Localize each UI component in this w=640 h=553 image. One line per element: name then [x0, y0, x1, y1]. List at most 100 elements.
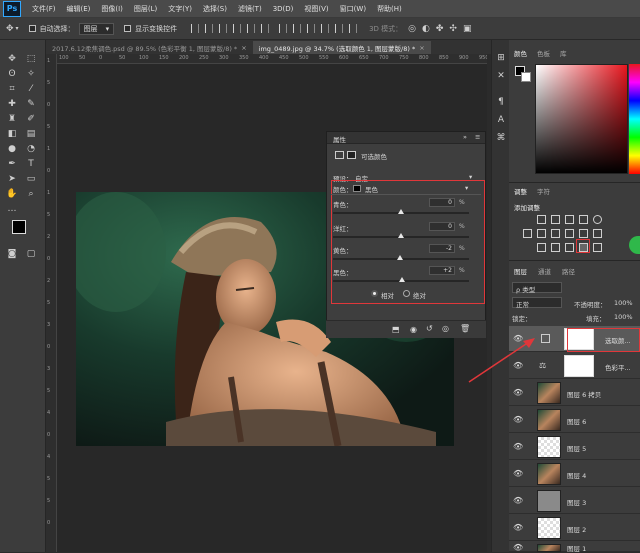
floating-widget-icon[interactable]: [629, 236, 640, 254]
magic-wand-icon[interactable]: ✧: [24, 68, 38, 81]
layer-row[interactable]: 👁 图层 6: [509, 407, 640, 433]
tab-document-2[interactable]: img_0489.jpg @ 34.7% (选取颜色 1, 图层蒙版/8) * ×: [252, 41, 431, 54]
panel-menu-icon[interactable]: ≡: [475, 133, 480, 141]
menu-view[interactable]: 视图(V): [304, 4, 328, 14]
close-icon[interactable]: ×: [241, 44, 246, 52]
layer-row[interactable]: 👁 图层 5: [509, 434, 640, 460]
exposure-icon[interactable]: [579, 215, 588, 224]
chevron-down-icon[interactable]: ▾: [16, 25, 19, 32]
history-panel-icon[interactable]: ⊞: [494, 52, 508, 65]
info-panel-icon[interactable]: ✕: [494, 70, 508, 83]
lasso-tool-icon[interactable]: ʘ: [5, 68, 19, 81]
color-lookup-icon[interactable]: [593, 229, 602, 238]
cyan-slider-thumb[interactable]: [398, 209, 404, 214]
history-brush-icon[interactable]: ✐: [24, 113, 38, 126]
zoom-tool-icon[interactable]: ⌕: [24, 188, 38, 201]
screen-mode-icon[interactable]: ▢: [24, 248, 38, 261]
layer-row[interactable]: 👁 图层 4: [509, 461, 640, 487]
3d-roll-icon[interactable]: ◐: [422, 24, 430, 34]
clip-to-layer-icon[interactable]: ⬒: [392, 325, 400, 334]
color-balance-icon[interactable]: [537, 229, 546, 238]
3d-orbit-icon[interactable]: ◎: [408, 24, 416, 34]
character-panel-icon[interactable]: A: [494, 114, 508, 127]
show-transform-checkbox[interactable]: [124, 25, 132, 32]
reset-icon[interactable]: ↺: [426, 324, 433, 333]
photo-filter-icon[interactable]: [565, 229, 574, 238]
menu-edit[interactable]: 编辑(E): [67, 4, 91, 14]
foreground-color-swatch[interactable]: [12, 220, 26, 234]
black-slider-thumb[interactable]: [399, 277, 406, 282]
type-tool-icon[interactable]: T: [24, 158, 38, 171]
menu-layer[interactable]: 图层(L): [134, 4, 157, 14]
distribute-vcenter-icon[interactable]: [293, 24, 302, 33]
auto-select-dropdown[interactable]: 图层 ▾: [78, 22, 115, 35]
brush-panel-icon[interactable]: ⌘: [494, 132, 508, 145]
curves-icon[interactable]: [565, 215, 574, 224]
tab-swatches[interactable]: 色板: [537, 48, 550, 58]
layer-mask-icon[interactable]: [347, 151, 356, 159]
blur-tool-icon[interactable]: ●: [5, 143, 19, 156]
tab-channels[interactable]: 通道: [538, 266, 551, 276]
dodge-tool-icon[interactable]: ◔: [24, 143, 38, 156]
chevron-down-icon[interactable]: ▾: [465, 184, 468, 192]
background-color-swatch[interactable]: [521, 72, 531, 82]
color-picker-field[interactable]: [535, 64, 628, 174]
menu-3d[interactable]: 3D(D): [273, 5, 294, 13]
menu-image[interactable]: 图像(I): [101, 4, 123, 14]
magenta-value-input[interactable]: 0: [429, 222, 455, 231]
blend-mode-select[interactable]: 正常: [512, 297, 562, 309]
align-top-icon[interactable]: [191, 24, 200, 33]
path-select-icon[interactable]: ➤: [5, 173, 19, 186]
opacity-value[interactable]: 100%: [614, 299, 633, 307]
properties-title-bar[interactable]: 属性 » ≡: [327, 132, 485, 144]
healing-brush-icon[interactable]: ✚: [5, 98, 19, 111]
hand-tool-icon[interactable]: ✋: [5, 188, 19, 201]
posterize-icon[interactable]: [551, 243, 560, 252]
marquee-tool-icon[interactable]: ⬚: [24, 53, 38, 66]
layer-name[interactable]: 图层 6 拷贝: [567, 389, 601, 399]
eye-icon[interactable]: 👁: [513, 496, 523, 505]
shape-tool-icon[interactable]: ▭: [24, 173, 38, 186]
layer-row[interactable]: 👁 图层 2: [509, 515, 640, 541]
eraser-icon[interactable]: ◧: [5, 128, 19, 141]
3d-scale-icon[interactable]: ▣: [463, 24, 472, 34]
channel-mixer-icon[interactable]: [579, 229, 588, 238]
align-hcenter-icon[interactable]: [247, 24, 256, 33]
cyan-value-input[interactable]: 0: [429, 198, 455, 207]
auto-select-checkbox[interactable]: [28, 25, 36, 32]
eye-icon[interactable]: 👁: [513, 543, 523, 552]
distribute-left-icon[interactable]: [321, 24, 330, 33]
gradient-icon[interactable]: ▤: [24, 128, 38, 141]
distribute-right-icon[interactable]: [349, 24, 358, 33]
3d-slide-icon[interactable]: ✣: [449, 24, 457, 34]
fill-value[interactable]: 100%: [614, 313, 633, 321]
levels-icon[interactable]: [551, 215, 560, 224]
paragraph-panel-icon[interactable]: ¶: [494, 96, 508, 109]
eye-icon[interactable]: 👁: [513, 442, 523, 451]
clone-stamp-icon[interactable]: ♜: [5, 113, 19, 126]
layer-mask-thumbnail[interactable]: [564, 355, 594, 377]
align-bottom-icon[interactable]: [219, 24, 228, 33]
eye-icon[interactable]: 👁: [513, 523, 523, 532]
vibrance-icon[interactable]: [593, 215, 602, 224]
distribute-hcenter-icon[interactable]: [335, 24, 344, 33]
visibility-icon[interactable]: ◎: [442, 324, 449, 333]
brush-tool-icon[interactable]: ✎: [24, 98, 38, 111]
colors-value[interactable]: 黑色: [365, 184, 378, 194]
align-right-icon[interactable]: [261, 24, 270, 33]
absolute-radio[interactable]: [403, 290, 410, 297]
layer-name[interactable]: 色彩平...: [605, 362, 631, 372]
quick-mask-icon[interactable]: ◙: [5, 248, 19, 261]
layer-name[interactable]: 图层 5: [567, 443, 586, 453]
menu-window[interactable]: 窗口(W): [340, 4, 366, 14]
eye-icon[interactable]: 👁: [513, 469, 523, 478]
layer-name[interactable]: 图层 6: [567, 416, 586, 426]
distribute-bottom-icon[interactable]: [307, 24, 316, 33]
layer-row[interactable]: 👁 图层 1: [509, 542, 640, 553]
relative-radio[interactable]: [371, 290, 378, 297]
hue-slider[interactable]: [629, 64, 640, 174]
menu-file[interactable]: 文件(F): [32, 4, 56, 14]
tab-document-1[interactable]: 2017.6.12柔焦调色.psd @ 89.5% (色彩平衡 1, 图层蒙版/…: [46, 41, 253, 54]
black-value-input[interactable]: +2: [429, 266, 455, 275]
menu-select[interactable]: 选择(S): [203, 4, 227, 14]
